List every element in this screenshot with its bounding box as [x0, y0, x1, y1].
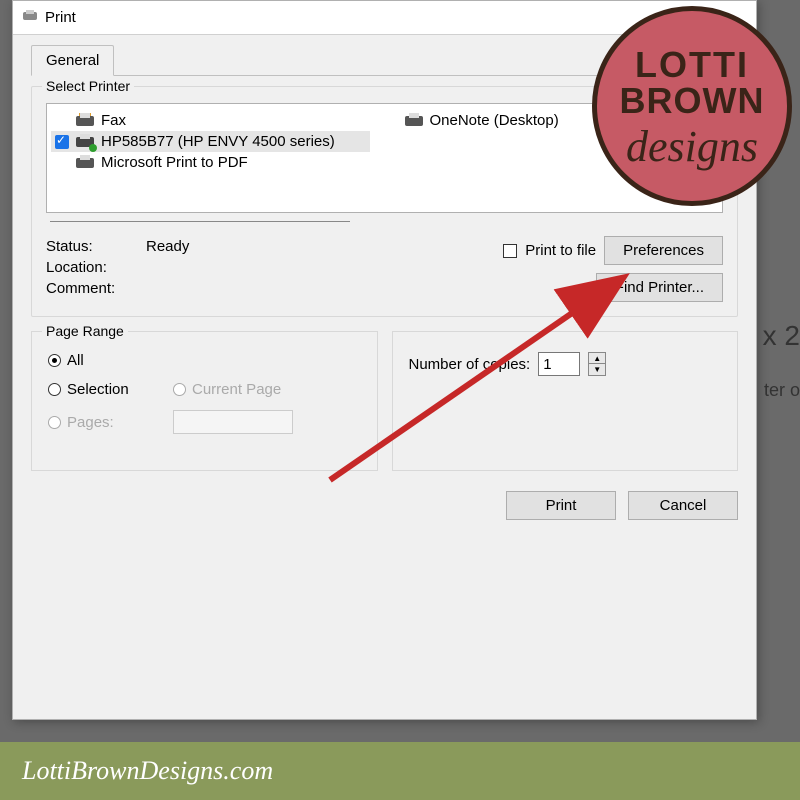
dialog-title: Print — [45, 9, 76, 26]
footer-bar: LottiBrownDesigns.com — [0, 742, 800, 800]
select-printer-group: Select Printer Fax HP585B77 (HP ENVY 450… — [31, 86, 738, 317]
print-to-file-label: Print to file — [525, 242, 596, 259]
printer-icon — [404, 113, 424, 129]
page-range-group: Page Range All Selection Current Page Pa… — [31, 331, 378, 471]
printer-icon — [75, 155, 95, 171]
printer-item-pdf[interactable]: Microsoft Print to PDF — [51, 152, 370, 173]
spin-down-icon[interactable]: ▼ — [589, 364, 605, 375]
page-range-legend: Page Range — [42, 323, 128, 339]
radio-pages — [48, 416, 61, 429]
select-printer-legend: Select Printer — [42, 78, 134, 94]
printer-list[interactable]: Fax HP585B77 (HP ENVY 4500 series) Micro… — [46, 103, 723, 213]
printer-ready-icon — [75, 134, 95, 150]
copies-label: Number of copies: — [409, 356, 531, 373]
find-printer-button[interactable]: Find Printer... — [596, 273, 723, 302]
printer-label: Microsoft Print to PDF — [101, 154, 248, 171]
pages-input — [173, 410, 293, 434]
radio-selection[interactable] — [48, 383, 61, 396]
comment-label: Comment: — [46, 280, 146, 297]
tab-general[interactable]: General — [31, 45, 114, 76]
print-to-file-checkbox[interactable] — [503, 244, 517, 258]
printer-label: HP585B77 (HP ENVY 4500 series) — [101, 133, 335, 150]
radio-all-label: All — [67, 352, 84, 369]
printer-icon — [21, 10, 39, 26]
tab-row: General — [31, 45, 738, 76]
spin-up-icon[interactable]: ▲ — [589, 353, 605, 364]
radio-pages-label: Pages: — [67, 414, 167, 431]
radio-current-page — [173, 383, 186, 396]
radio-all[interactable] — [48, 354, 61, 367]
print-dialog: Print General Select Printer Fax HP585B — [12, 0, 757, 720]
preferences-button[interactable]: Preferences — [604, 236, 723, 265]
fax-icon — [75, 113, 95, 129]
copies-group: Number of copies: ▲ ▼ — [392, 331, 739, 471]
status-label: Status: — [46, 238, 146, 255]
copies-input[interactable] — [538, 352, 580, 376]
check-icon — [55, 135, 69, 149]
divider — [50, 221, 350, 222]
status-value: Ready — [146, 238, 189, 255]
radio-current-page-label: Current Page — [192, 381, 281, 398]
printer-label: OneNote (Desktop) — [430, 112, 559, 129]
print-button[interactable]: Print — [506, 491, 616, 520]
cancel-button[interactable]: Cancel — [628, 491, 738, 520]
copies-spinner[interactable]: ▲ ▼ — [588, 352, 606, 376]
printer-item-onenote[interactable]: OneNote (Desktop) — [400, 110, 719, 131]
footer-text: LottiBrownDesigns.com — [22, 756, 273, 786]
printer-item-hp[interactable]: HP585B77 (HP ENVY 4500 series) — [51, 131, 370, 152]
background-text-line2: ter o — [764, 380, 800, 401]
radio-selection-label: Selection — [67, 381, 167, 398]
printer-label: Fax — [101, 112, 126, 129]
printer-item-fax[interactable]: Fax — [51, 110, 370, 131]
location-label: Location: — [46, 259, 146, 276]
background-text-line1: x 2 — [763, 320, 800, 352]
dialog-titlebar[interactable]: Print — [13, 1, 756, 35]
